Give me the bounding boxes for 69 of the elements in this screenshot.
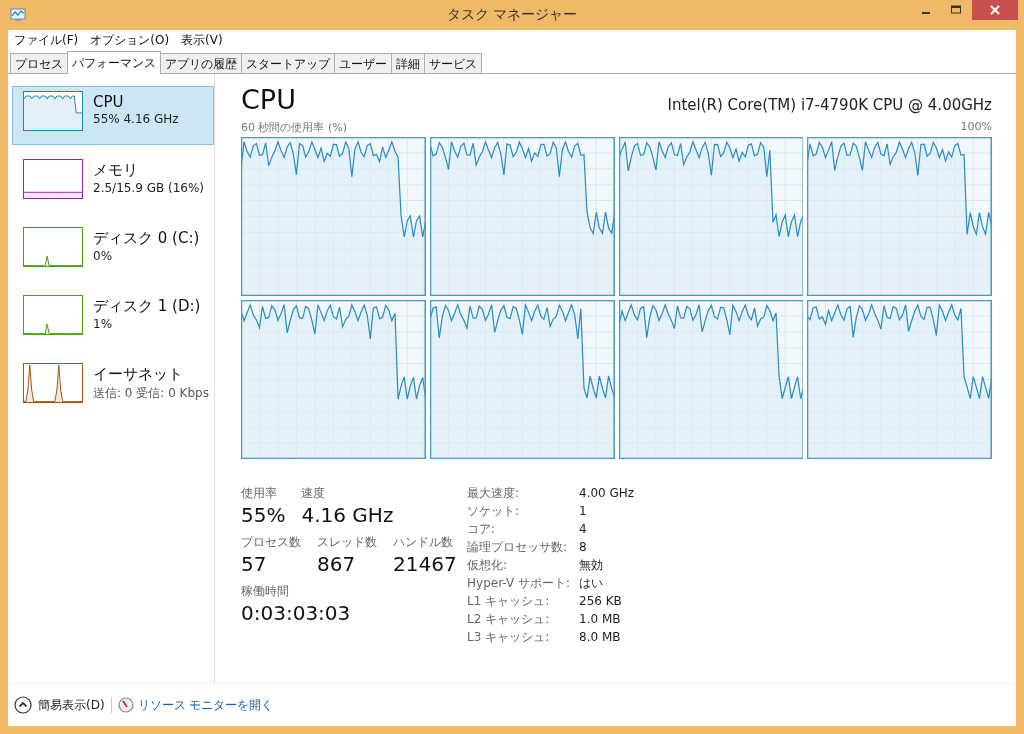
- tab[interactable]: 詳細: [391, 53, 425, 73]
- sidebar-item-detail: 55% 4.16 GHz: [93, 112, 179, 126]
- sidebar-item-title: イーサネット: [93, 365, 184, 384]
- detail-value: 無効: [579, 557, 604, 573]
- sidebar-item-title: CPU: [93, 93, 125, 111]
- sidebar-item-detail: 0%: [93, 249, 114, 263]
- sidebar-item-detail: 送信: 0 受信: 0 Kbps: [93, 385, 209, 402]
- sidebar-item[interactable]: ディスク 0 (C:) 0%: [12, 222, 214, 281]
- stat-value: 4.16 GHz: [301, 502, 394, 528]
- tab[interactable]: サービス: [424, 53, 482, 73]
- tab[interactable]: パフォーマンス: [67, 51, 161, 74]
- stat-value: 55%: [241, 502, 286, 528]
- detail-value: 4.00 GHz: [579, 485, 635, 501]
- sidebar-item-detail: 1%: [93, 317, 114, 331]
- gauge-icon: [117, 697, 134, 713]
- stat-value: 0:03:03:03: [241, 600, 351, 626]
- page-title: CPU: [241, 84, 296, 116]
- detail-label: 仮想化:: [467, 557, 509, 573]
- resource-monitor-link[interactable]: リソース モニターを開く: [117, 696, 274, 714]
- sidebar-item-detail: 2.5/15.9 GB (16%): [93, 181, 205, 195]
- stat-label: ハンドル数: [393, 534, 454, 551]
- maximize-icon: [951, 5, 961, 15]
- detail-value: 256 KB: [579, 593, 623, 609]
- collapse-icon: [14, 696, 32, 714]
- sidebar-item-title: メモリ: [93, 161, 139, 180]
- processor-name: Intel(R) Core(TM) i7-4790K CPU @ 4.00GHz: [667, 96, 992, 114]
- sidebar-item[interactable]: イーサネット 送信: 0 受信: 0 Kbps: [12, 358, 214, 417]
- detail-label: 論理プロセッサ数:: [467, 539, 569, 555]
- sidebar-item[interactable]: CPU 55% 4.16 GHz: [12, 86, 214, 145]
- detail-value: 8: [579, 539, 588, 555]
- tab[interactable]: プロセス: [10, 53, 68, 73]
- detail-value: 1: [579, 503, 588, 519]
- detail-label: ソケット:: [467, 503, 521, 519]
- menu-item[interactable]: オプション(O): [90, 32, 170, 49]
- stat-label: プロセス数: [241, 534, 301, 551]
- detail-value: 8.0 MB: [579, 629, 622, 645]
- sidebar-item-title: ディスク 1 (D:): [93, 297, 201, 316]
- fewer-details-button[interactable]: 簡易表示(D): [14, 696, 105, 714]
- stat-label: スレッド数: [317, 534, 377, 551]
- detail-label: コア:: [467, 521, 497, 537]
- window-title: タスク マネージャー: [446, 6, 578, 24]
- detail-value: はい: [579, 575, 604, 591]
- tab[interactable]: アプリの履歴: [160, 53, 242, 73]
- detail-label: L3 キャッシュ:: [467, 629, 551, 645]
- tab[interactable]: スタートアップ: [241, 53, 335, 73]
- menu-item[interactable]: 表示(V): [181, 32, 223, 49]
- close-icon: [990, 5, 1000, 15]
- sidebar-item-title: ディスク 0 (C:): [93, 229, 200, 248]
- stat-label: 速度: [301, 485, 327, 502]
- detail-label: Hyper-V サポート:: [467, 575, 571, 591]
- stat-value: 57: [241, 551, 268, 577]
- detail-label: L1 キャッシュ:: [467, 593, 551, 609]
- minimize-icon: [922, 12, 930, 14]
- sidebar-item[interactable]: ディスク 1 (D:) 1%: [12, 290, 214, 349]
- detail-value: 1.0 MB: [579, 611, 622, 627]
- graph-caption: 60 秒間の使用率 (%): [241, 120, 348, 135]
- stat-value: 21467: [393, 551, 457, 577]
- stat-label: 稼働時間: [241, 583, 290, 600]
- stat-label: 使用率: [241, 485, 278, 502]
- detail-value: 4: [579, 521, 588, 537]
- stat-value: 867: [317, 551, 357, 577]
- detail-label: 最大速度:: [467, 485, 521, 501]
- sidebar-item[interactable]: メモリ 2.5/15.9 GB (16%): [12, 154, 214, 213]
- detail-label: L2 キャッシュ:: [467, 611, 551, 627]
- menu-item[interactable]: ファイル(F): [14, 32, 79, 49]
- close-button[interactable]: [972, 0, 1018, 20]
- graph-max-label: 100%: [960, 120, 992, 135]
- tab[interactable]: ユーザー: [334, 53, 392, 73]
- app-icon: [10, 7, 26, 23]
